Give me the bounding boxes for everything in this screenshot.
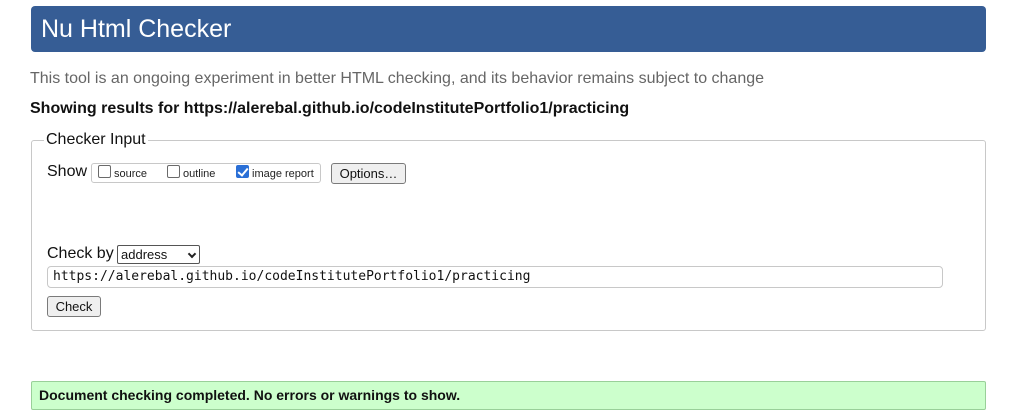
check-by-label: Check by: [47, 245, 114, 262]
checker-input-legend: Checker Input: [44, 131, 148, 149]
source-checkbox-label[interactable]: source: [114, 168, 147, 180]
results-heading: Showing results for https://alerebal.git…: [30, 100, 630, 117]
source-checkbox[interactable]: [98, 165, 111, 178]
tool-description: This tool is an ongoing experiment in be…: [30, 70, 765, 87]
check-by-select[interactable]: address: [117, 245, 200, 264]
show-label: Show: [47, 163, 88, 180]
chevron-down-icon: [187, 249, 197, 259]
outline-checkbox[interactable]: [167, 165, 180, 178]
url-input[interactable]: https://alerebal.github.io/codeInstitute…: [47, 266, 943, 288]
image-report-checkbox-label[interactable]: image report: [252, 168, 314, 180]
outline-checkbox-label[interactable]: outline: [183, 168, 215, 180]
check-button[interactable]: Check: [47, 296, 101, 317]
image-report-checkbox[interactable]: [236, 165, 249, 178]
status-message: Document checking completed. No errors o…: [31, 381, 986, 410]
check-by-selected-value: address: [121, 247, 168, 262]
header-banner: Nu Html Checker: [31, 6, 986, 52]
show-options-group: source outline image report: [91, 163, 321, 183]
options-button[interactable]: Options…: [331, 163, 406, 184]
page-title: Nu Html Checker: [41, 15, 232, 43]
